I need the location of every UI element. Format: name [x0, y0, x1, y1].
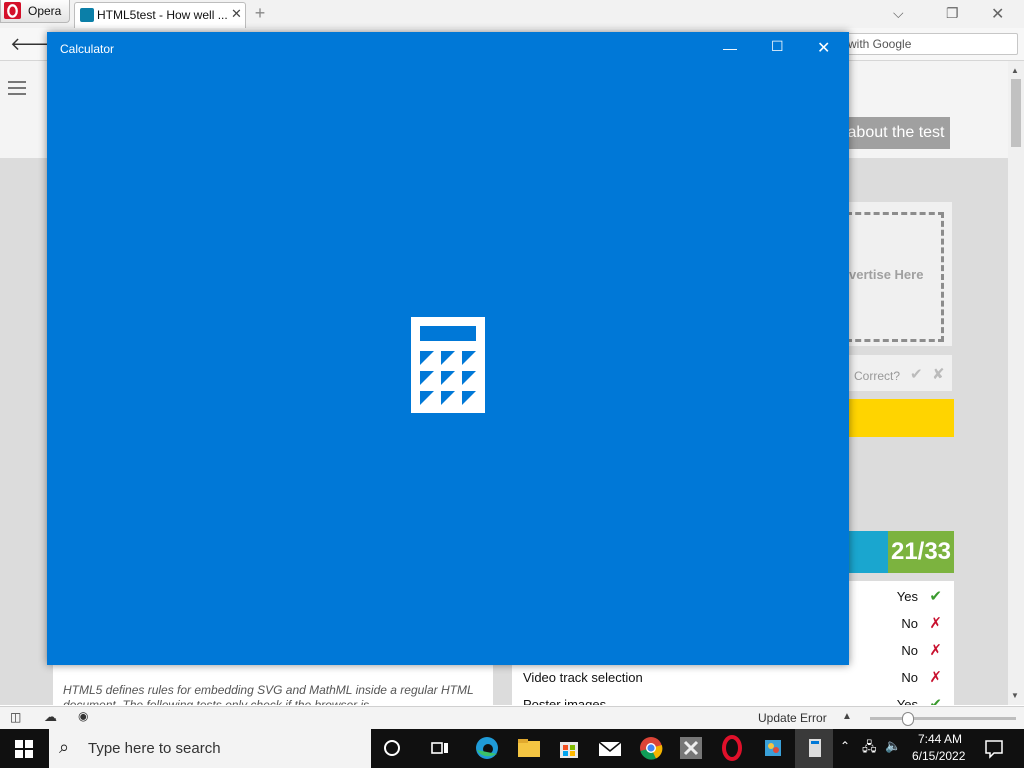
zoom-slider[interactable]	[870, 717, 1016, 720]
tab-title: HTML5test - How well ...	[97, 8, 228, 22]
store-icon[interactable]	[555, 734, 583, 762]
volume-icon[interactable]: 🔈	[885, 738, 901, 754]
page-scrollbar[interactable]: ▲ ▼	[1008, 61, 1024, 705]
ad-card: vertise Here	[840, 202, 952, 346]
maximize-icon[interactable]: ☐	[771, 38, 784, 55]
html5-favicon-icon	[80, 8, 94, 22]
feature-result: No	[901, 616, 918, 631]
cortana-icon[interactable]	[378, 734, 406, 762]
tab-menu-icon[interactable]: ⌵	[893, 5, 904, 22]
correct-feedback: Correct? ✔ ✘	[840, 355, 952, 391]
task-view-icon[interactable]	[426, 734, 454, 762]
chrome-icon[interactable]	[637, 734, 665, 762]
taskbar: ⌕ Type here to search ⌃ 🖧 🔈 7:44 AM 6/15…	[0, 729, 1024, 768]
opera-unite-icon[interactable]: ☁	[44, 709, 57, 725]
feature-result: Yes	[896, 589, 918, 604]
zoom-slider-handle[interactable]	[901, 712, 914, 726]
section-score: 21/33	[888, 531, 954, 573]
minimize-icon[interactable]: —	[723, 40, 737, 56]
opera-menu-label: Opera	[28, 4, 62, 18]
panel-toggle-icon[interactable]: ◫	[10, 710, 21, 724]
show-hidden-icons-icon[interactable]: ⌃	[840, 739, 850, 753]
about-the-test-button[interactable]: about the test	[842, 117, 950, 149]
calculator-title: Calculator	[60, 42, 115, 56]
close-icon[interactable]: ✕	[817, 38, 830, 58]
feature-result: No	[901, 643, 918, 658]
feature-result: No	[901, 670, 918, 685]
correct-label: Correct?	[854, 369, 901, 383]
edge-icon[interactable]	[473, 734, 501, 762]
notifications-icon[interactable]	[980, 734, 1008, 762]
network-icon[interactable]: 🖧	[862, 738, 877, 760]
ad-placeholder[interactable]: vertise Here	[846, 212, 944, 342]
table-row: Poster images Yes ✔	[512, 692, 954, 705]
search-icon: ⌕	[59, 737, 70, 757]
feature-name: Video track selection	[523, 670, 643, 685]
hamburger-menu-icon[interactable]	[8, 81, 26, 95]
opera-menu-button[interactable]: Opera	[0, 0, 70, 23]
paint-icon[interactable]	[759, 734, 787, 762]
feature-name: Poster images	[523, 697, 607, 705]
calculator-window[interactable]: Calculator — ☐ ✕	[47, 32, 849, 665]
fail-cross-icon: ✗	[929, 669, 942, 686]
update-error-text[interactable]: Update Error	[758, 711, 827, 725]
section-description-card: HTML5 defines rules for embedding SVG an…	[53, 665, 493, 705]
search-field-placeholder: with Google	[848, 37, 912, 51]
restore-icon[interactable]: ❐	[946, 5, 959, 22]
tab-html5test[interactable]: HTML5test - How well ... ✕	[74, 2, 246, 28]
scroll-down-icon[interactable]: ▼	[1011, 691, 1019, 700]
yellow-banner	[840, 399, 954, 437]
clock-date[interactable]: 6/15/2022	[912, 749, 965, 763]
cross-icon[interactable]: ✘	[932, 365, 945, 383]
fail-cross-icon: ✗	[929, 615, 942, 632]
section-description: HTML5 defines rules for embedding SVG an…	[63, 683, 474, 705]
scroll-thumb[interactable]	[1011, 79, 1021, 147]
calculator-splash-icon	[411, 317, 485, 413]
file-explorer-icon[interactable]	[515, 734, 543, 762]
feature-result: Yes	[896, 697, 918, 705]
scroll-up-icon[interactable]: ▲	[1011, 66, 1019, 75]
opera-icon[interactable]	[718, 734, 746, 762]
taskbar-search-placeholder: Type here to search	[88, 740, 221, 757]
windows-start-icon[interactable]	[0, 729, 48, 768]
search-field[interactable]: with Google	[840, 33, 1018, 55]
window-close-icon[interactable]: ✕	[991, 4, 1004, 24]
zoom-menu-icon[interactable]: ▲	[842, 711, 852, 722]
tab-close-icon[interactable]: ✕	[231, 6, 242, 22]
clock-time[interactable]: 7:44 AM	[918, 732, 962, 746]
status-bar: ◫ ☁ ◉ Update Error ▲	[0, 706, 1024, 729]
tab-bar: Opera HTML5test - How well ... ✕ + ⌵ ❐ ✕	[0, 0, 1024, 29]
turbo-icon[interactable]: ◉	[78, 709, 88, 723]
pass-check-icon: ✔	[929, 696, 942, 705]
ad-text: vertise Here	[849, 267, 924, 282]
mail-icon[interactable]	[596, 734, 624, 762]
calculator-taskbar-icon[interactable]	[801, 734, 829, 762]
tools-icon[interactable]	[677, 734, 705, 762]
new-tab-icon[interactable]: +	[252, 4, 268, 22]
opera-logo-icon	[4, 2, 21, 19]
pass-check-icon: ✔	[929, 588, 942, 605]
checkmark-icon[interactable]: ✔	[910, 365, 923, 383]
table-row: Video track selection No ✗	[512, 665, 954, 692]
taskbar-search-box[interactable]: ⌕ Type here to search	[49, 729, 371, 768]
fail-cross-icon: ✗	[929, 642, 942, 659]
